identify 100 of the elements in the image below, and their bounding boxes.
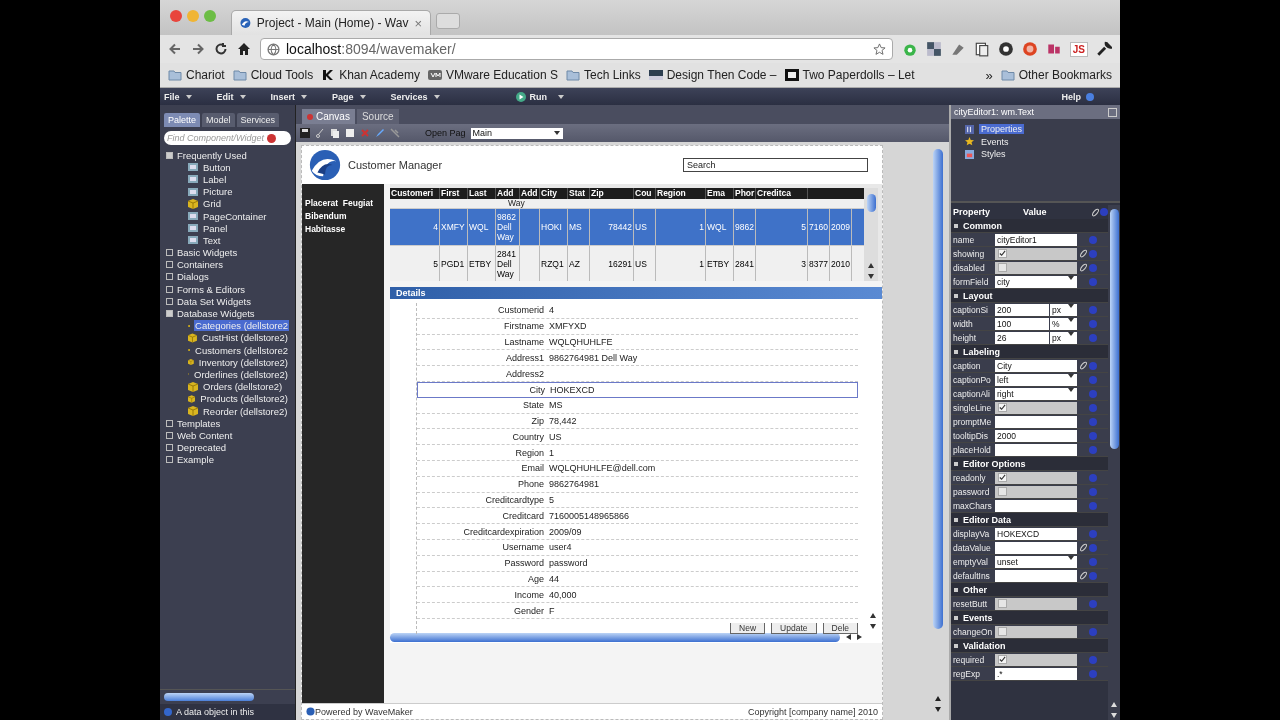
tree-item[interactable]: Basic Widgets bbox=[177, 247, 238, 259]
bookmark[interactable]: Cloud Tools bbox=[232, 68, 314, 82]
tree-item[interactable]: Frequently Used bbox=[177, 149, 247, 161]
search-field[interactable]: Search bbox=[683, 158, 868, 172]
dropdown[interactable]: left bbox=[995, 373, 1077, 386]
menu-item[interactable]: Insert bbox=[270, 91, 311, 102]
form-button[interactable]: Dele bbox=[822, 622, 858, 634]
column-header[interactable]: Add bbox=[520, 188, 540, 199]
tree-item[interactable]: Properties bbox=[979, 124, 1025, 135]
table-row[interactable]: 5 PGD1 ETBY 2841 Dell Way RZQ1 AZ 16291 US 1 ETBY 2841 3 8377 2010 bbox=[390, 245, 864, 281]
form-row[interactable]: Password password bbox=[417, 555, 858, 572]
tree-item[interactable]: Orders (dellstore2) bbox=[202, 381, 284, 393]
tree-item[interactable]: Containers bbox=[177, 259, 223, 271]
text-field[interactable]: 2000 bbox=[995, 429, 1077, 442]
form-row[interactable]: Email WQLQHUHLFE@dell.com bbox=[417, 460, 858, 477]
scroll-arrows-icon[interactable] bbox=[868, 263, 874, 279]
bookmark[interactable]: Two Paperdolls – Let bbox=[784, 68, 915, 82]
scroll-arrows-icon[interactable] bbox=[846, 634, 862, 640]
cut-icon[interactable] bbox=[315, 128, 325, 138]
extension-badge[interactable]: JS bbox=[1069, 41, 1088, 57]
tree-item[interactable]: Button bbox=[202, 161, 232, 173]
bookmark[interactable]: Chariot bbox=[168, 68, 225, 82]
column-header[interactable]: Cou bbox=[634, 188, 656, 199]
link-icon[interactable] bbox=[1078, 249, 1088, 258]
text-field[interactable] bbox=[995, 569, 1077, 582]
form-row[interactable]: City HOKEXCD bbox=[417, 382, 858, 398]
form-row[interactable]: Username user4 bbox=[417, 539, 858, 556]
tree-item[interactable]: Templates bbox=[177, 417, 221, 429]
menu-item[interactable]: File bbox=[164, 91, 195, 102]
link-icon[interactable] bbox=[1091, 207, 1100, 217]
maximize-button[interactable] bbox=[1108, 107, 1117, 117]
checkbox[interactable] bbox=[998, 263, 1007, 272]
checkbox[interactable] bbox=[998, 599, 1007, 608]
close-tab-button[interactable]: × bbox=[414, 15, 422, 31]
tree-item[interactable]: Grid bbox=[202, 198, 222, 210]
checkbox[interactable] bbox=[998, 473, 1007, 482]
checkbox[interactable] bbox=[998, 403, 1007, 412]
text-field[interactable] bbox=[995, 443, 1077, 456]
form-row[interactable]: Firstname XMFYXD bbox=[417, 318, 858, 335]
gear-icon[interactable] bbox=[997, 41, 1014, 57]
nav-link[interactable]: Bibendum bbox=[305, 211, 381, 221]
form-button[interactable]: New bbox=[730, 622, 766, 634]
tool-icon[interactable] bbox=[390, 128, 400, 138]
nav-link[interactable]: Placerat Feugiat bbox=[305, 198, 381, 208]
palette-tab[interactable]: Model bbox=[202, 113, 235, 127]
column-header[interactable]: Ema bbox=[706, 188, 734, 199]
column-header[interactable]: Last bbox=[468, 188, 496, 199]
expander-icon[interactable] bbox=[166, 456, 173, 464]
group-header[interactable]: Other bbox=[963, 584, 987, 595]
column-header[interactable]: First bbox=[440, 188, 468, 199]
bookmark[interactable]: Tech Links bbox=[565, 68, 641, 82]
tree-item[interactable]: Deprecated bbox=[177, 442, 227, 454]
form-row[interactable]: Region 1 bbox=[417, 445, 858, 461]
unit-dropdown[interactable]: px bbox=[1050, 303, 1077, 316]
menu-item[interactable]: Page bbox=[332, 91, 369, 102]
form-row[interactable]: Address1 9862764981 Dell Way bbox=[417, 350, 858, 367]
scroll-arrows-icon[interactable] bbox=[935, 696, 941, 712]
expander-icon[interactable] bbox=[166, 431, 173, 439]
tree-item[interactable]: Reorder (dellstore2) bbox=[202, 405, 289, 417]
link-icon[interactable] bbox=[1078, 263, 1088, 272]
tree-item[interactable]: Inventory (dellstore2) bbox=[197, 356, 289, 368]
text-field[interactable]: .* bbox=[995, 667, 1077, 680]
form-button[interactable]: Update bbox=[771, 622, 817, 634]
back-icon[interactable] bbox=[168, 42, 182, 56]
search-field[interactable]: Find Component/Widget bbox=[164, 131, 291, 145]
group-header[interactable]: Events bbox=[963, 612, 993, 623]
tree-item[interactable]: Label bbox=[202, 173, 228, 185]
tree-item[interactable]: Database Widgets bbox=[177, 308, 255, 320]
help-menu[interactable]: Help bbox=[1061, 91, 1094, 102]
column-header[interactable]: Add bbox=[496, 188, 520, 199]
form-row[interactable]: State MS bbox=[417, 397, 858, 414]
form-row[interactable]: Customerid 4 bbox=[417, 303, 858, 319]
column-header[interactable]: Stat bbox=[568, 188, 590, 199]
scroll-arrows-icon[interactable] bbox=[1111, 702, 1117, 718]
column-header[interactable]: Region bbox=[656, 188, 706, 199]
column-header[interactable]: City bbox=[540, 188, 568, 199]
form-row[interactable]: Gender F bbox=[417, 603, 858, 619]
wrench-icon[interactable] bbox=[1096, 41, 1112, 57]
run-button[interactable]: Run bbox=[514, 90, 548, 103]
link-icon[interactable] bbox=[1078, 543, 1088, 552]
address-field[interactable]: localhost:8094/wavemaker/ bbox=[260, 38, 893, 60]
tree-item[interactable]: PageContainer bbox=[202, 210, 268, 222]
expander-icon[interactable] bbox=[166, 419, 173, 427]
number-field[interactable]: 26 bbox=[995, 331, 1049, 344]
pencil-icon[interactable] bbox=[375, 128, 385, 138]
paste-icon[interactable] bbox=[345, 128, 355, 138]
dropdown[interactable]: right bbox=[995, 387, 1077, 400]
dropdown[interactable]: city bbox=[995, 275, 1077, 288]
bookmark[interactable]: Khan Academy bbox=[321, 68, 420, 82]
tree-item[interactable]: Customers (dellstore2 bbox=[194, 344, 289, 356]
menu-item[interactable]: Edit bbox=[216, 91, 249, 102]
column-header[interactable]: Customeri bbox=[390, 188, 440, 199]
group-header[interactable]: Layout bbox=[963, 290, 993, 301]
form-row[interactable]: Address2 bbox=[417, 366, 858, 382]
form-row[interactable]: Creditcardexpiration 2009/09 bbox=[417, 524, 858, 540]
editor-tab[interactable]: Source bbox=[356, 109, 399, 124]
tree-item[interactable]: Data Set Widgets bbox=[177, 295, 251, 307]
palette-tab[interactable]: Services bbox=[236, 113, 280, 127]
expander-icon[interactable] bbox=[166, 285, 173, 293]
form-row[interactable]: Age 44 bbox=[417, 571, 858, 588]
